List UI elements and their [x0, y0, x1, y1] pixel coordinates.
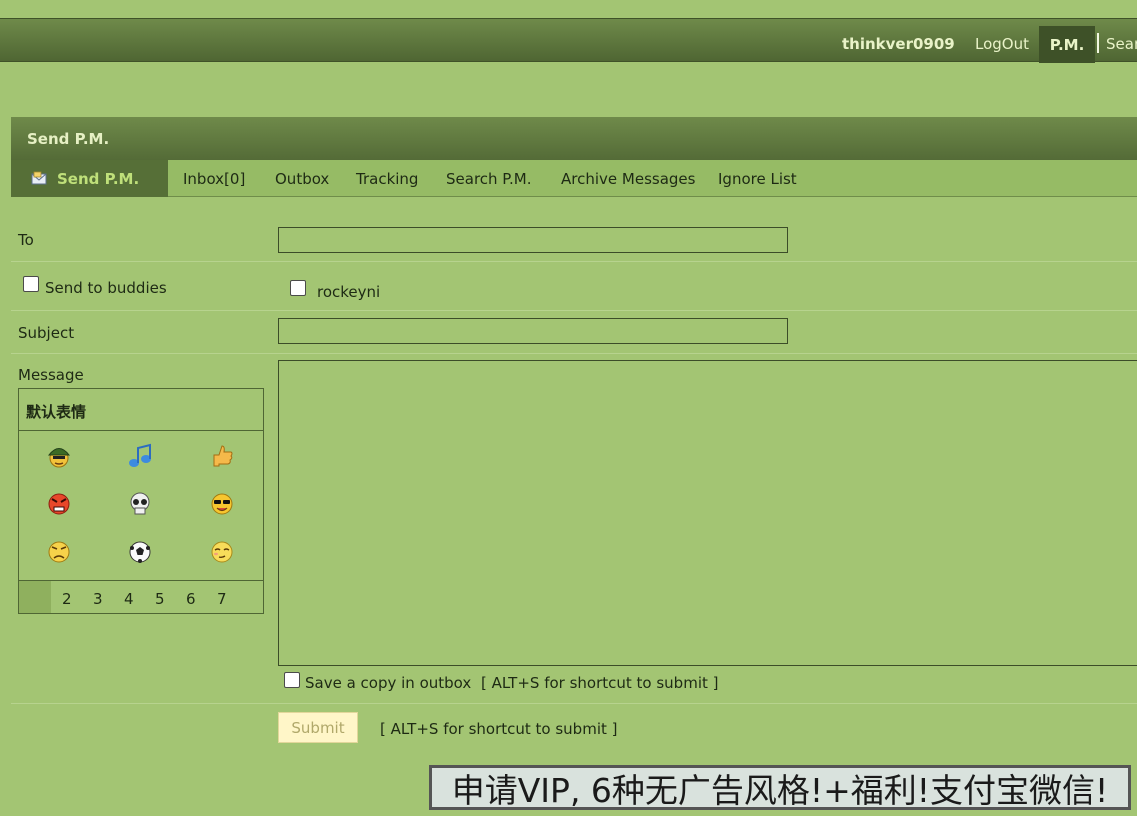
subject-input[interactable] [278, 318, 788, 344]
subject-label: Subject [18, 324, 75, 342]
smilies-panel: 默认表情 2 3 4 5 6 7 [18, 388, 264, 614]
soccer-ball-icon[interactable] [127, 539, 153, 565]
smilies-page-link[interactable]: 5 [155, 590, 165, 608]
smilies-page-link[interactable]: 2 [62, 590, 72, 608]
submit-button[interactable]: Submit [278, 712, 358, 743]
submit-shortcut-hint: [ ALT+S for shortcut to submit ] [380, 720, 618, 738]
grumpy-smiley-icon[interactable] [46, 539, 72, 565]
tab-tracking[interactable]: Tracking [356, 170, 418, 188]
smilies-title: 默认表情 [19, 389, 263, 431]
send-to-buddies-checkbox[interactable] [23, 276, 39, 292]
angry-smiley-icon[interactable] [46, 491, 72, 517]
logout-link[interactable]: LogOut [975, 35, 1029, 53]
section-header: Send P.M. [11, 117, 1137, 160]
tab-ignore-list[interactable]: Ignore List [718, 170, 797, 188]
row-divider [11, 261, 1137, 262]
skull-icon[interactable] [127, 491, 153, 517]
save-copy-checkbox[interactable] [284, 672, 300, 688]
row-divider [11, 703, 1137, 704]
tab-archive-messages[interactable]: Archive Messages [561, 170, 695, 188]
tab-search-pm[interactable]: Search P.M. [446, 170, 532, 188]
smilies-pager: 2 3 4 5 6 7 [19, 580, 263, 613]
send-to-buddies-label: Send to buddies [45, 279, 167, 297]
pm-tab-bar: Send P.M. Inbox[0] Outbox Tracking Searc… [11, 160, 1137, 197]
tab-send-pm-label: Send P.M. [57, 169, 140, 188]
tab-outbox[interactable]: Outbox [275, 170, 329, 188]
cool-smiley-icon[interactable] [209, 491, 235, 517]
shortcut-hint: [ ALT+S for shortcut to submit ] [481, 674, 719, 692]
vip-ad-banner[interactable]: 申请VIP, 6种无广告风格!+福利!支付宝微信! [429, 765, 1131, 810]
envelope-icon [31, 171, 47, 187]
to-input[interactable] [278, 227, 788, 253]
nav-divider [1097, 33, 1099, 53]
tab-send-pm[interactable]: Send P.M. [11, 160, 168, 197]
username-link[interactable]: thinkver0909 [842, 35, 955, 53]
page-title: Send P.M. [27, 130, 110, 148]
soldier-smiley-icon[interactable] [46, 443, 72, 469]
smilies-grid [19, 431, 263, 579]
smilies-page-current[interactable] [19, 581, 51, 613]
message-label: Message [18, 366, 84, 384]
smilies-page-link[interactable]: 3 [93, 590, 103, 608]
row-divider [11, 353, 1137, 354]
smilies-page-link[interactable]: 4 [124, 590, 134, 608]
to-label: To [18, 231, 34, 249]
tab-inbox[interactable]: Inbox[0] [183, 170, 245, 188]
buddy-checkbox[interactable] [290, 280, 306, 296]
row-divider [11, 310, 1137, 311]
buddy-name-label: rockeyni [317, 283, 381, 301]
top-nav-bar: thinkver0909 LogOut P.M. Sear [0, 18, 1137, 63]
message-textarea[interactable] [278, 360, 1137, 666]
pm-nav-button[interactable]: P.M. [1039, 26, 1095, 63]
thumbs-up-icon[interactable] [209, 443, 235, 469]
music-note-icon[interactable] [127, 443, 153, 469]
save-copy-label: Save a copy in outbox [305, 674, 472, 692]
shy-smiley-icon[interactable] [209, 539, 235, 565]
search-nav-link[interactable]: Sear [1106, 35, 1137, 53]
smilies-page-link[interactable]: 6 [186, 590, 196, 608]
smilies-page-link[interactable]: 7 [217, 590, 227, 608]
